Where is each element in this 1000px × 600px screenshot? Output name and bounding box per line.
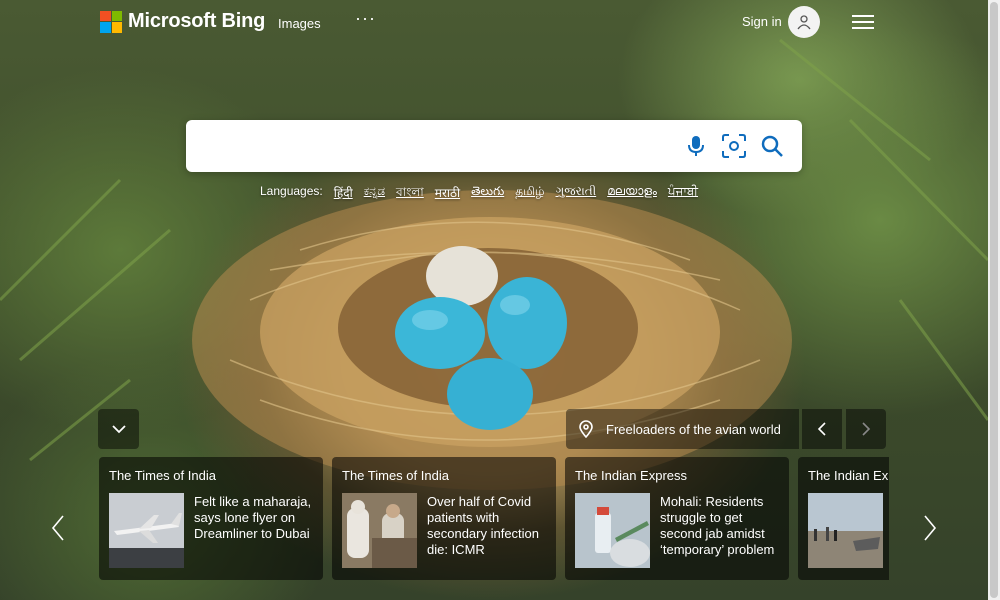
chevron-down-icon — [111, 425, 126, 434]
user-icon — [797, 15, 811, 30]
language-link-bangla[interactable]: বাংলা — [396, 184, 424, 204]
nav-more-button[interactable]: ··· — [355, 8, 376, 29]
news-thumbnail-beach — [808, 493, 883, 568]
microsoft-logo-icon — [100, 10, 122, 33]
search-box — [186, 120, 802, 172]
bing-logo[interactable]: Microsoft Bing — [100, 10, 265, 33]
language-link-tamil[interactable]: தமிழ் — [515, 184, 544, 204]
language-link-malayalam[interactable]: മലയാളം — [607, 184, 657, 204]
chevron-left-icon — [817, 422, 826, 436]
scrollbar-thumb[interactable] — [990, 2, 998, 598]
language-link-kannada[interactable]: ಕನ್ನಡ — [364, 184, 385, 204]
language-link-hindi[interactable]: हिंदी — [334, 184, 353, 204]
chevron-right-icon — [862, 422, 871, 436]
hamburger-menu-icon[interactable] — [852, 14, 874, 30]
sign-in-link[interactable]: Sign in — [742, 14, 782, 29]
news-thumbnail-vaccine — [575, 493, 650, 568]
news-headline[interactable]: Mohali: Residents struggle to get second… — [660, 494, 782, 558]
location-pin-icon — [579, 420, 593, 438]
news-card[interactable]: The Indian Express — [798, 457, 889, 580]
chevron-left-icon — [51, 515, 64, 541]
news-source: The Times of India — [342, 468, 449, 483]
news-card[interactable]: The Indian Express Mohali: Residents str… — [565, 457, 789, 580]
news-previous-button[interactable] — [46, 508, 70, 548]
microphone-icon[interactable] — [682, 132, 710, 160]
news-carousel: The Times of India Felt like a maharaja,… — [99, 457, 889, 580]
language-link-telugu[interactable]: తెలుగు — [471, 184, 504, 204]
news-source: The Indian Express — [808, 468, 889, 483]
news-next-button[interactable] — [918, 508, 942, 548]
previous-image-button[interactable] — [802, 409, 842, 449]
languages-label: Languages: — [260, 184, 323, 198]
chevron-right-icon — [924, 515, 937, 541]
avatar-button[interactable] — [788, 6, 820, 38]
image-caption-bar[interactable]: Freeloaders of the avian world — [566, 409, 799, 449]
image-caption-text[interactable]: Freeloaders of the avian world — [606, 422, 781, 437]
news-headline[interactable]: Over half of Covid patients with seconda… — [427, 494, 549, 558]
search-icon[interactable] — [758, 132, 786, 160]
visual-search-icon[interactable] — [720, 132, 748, 160]
logo-text: Microsoft Bing — [128, 10, 266, 32]
collapse-feed-button[interactable] — [98, 409, 139, 449]
news-card[interactable]: The Times of India Over half of Covid pa… — [332, 457, 556, 580]
language-link-gujarati[interactable]: ગુજરાતી — [556, 184, 597, 204]
news-thumbnail-hospital — [342, 493, 417, 568]
news-thumbnail-airplane — [109, 493, 184, 568]
page-scrollbar[interactable] — [988, 0, 1000, 600]
news-source: The Times of India — [109, 468, 216, 483]
languages-bar: Languages: हिंदी ಕನ್ನಡ বাংলা मराठी తెలుగ… — [260, 184, 698, 204]
news-source: The Indian Express — [575, 468, 688, 483]
next-image-button[interactable] — [846, 409, 886, 449]
language-link-marathi[interactable]: मराठी — [435, 184, 460, 204]
news-headline[interactable]: Felt like a maharaja, says lone flyer on… — [194, 494, 316, 542]
search-input[interactable] — [204, 134, 674, 158]
nav-images-link[interactable]: Images — [278, 16, 321, 31]
language-link-punjabi[interactable]: ਪੰਜਾਬੀ — [668, 184, 698, 204]
news-card[interactable]: The Times of India Felt like a maharaja,… — [99, 457, 323, 580]
